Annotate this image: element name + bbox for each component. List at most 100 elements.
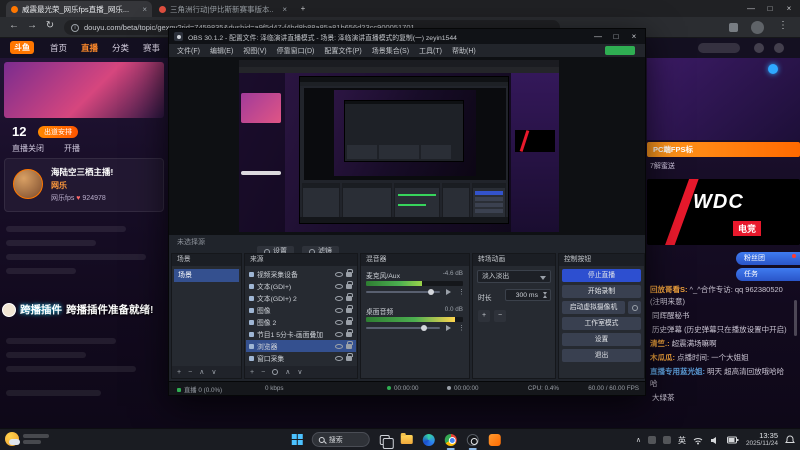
obs-menu-item[interactable]: 视图(V): [243, 46, 266, 56]
live-off-tab[interactable]: 直播关闭: [12, 143, 44, 154]
source-row[interactable]: 文本(GDI+) 2: [246, 292, 356, 304]
browser-tab-1[interactable]: 威震最光荣_网乐fps直播_网乐... ×: [6, 1, 152, 17]
chat-username[interactable]: 清竺.:: [650, 339, 670, 348]
nav-icon[interactable]: [754, 43, 764, 53]
controls-dock-title[interactable]: 控制按钮: [559, 254, 644, 266]
volume-icon[interactable]: [710, 436, 720, 445]
obs-menu-item[interactable]: 停靠窗口(D): [277, 46, 315, 56]
speaker-icon[interactable]: [446, 325, 454, 331]
scene-item[interactable]: 场景: [174, 269, 239, 282]
wifi-icon[interactable]: [693, 436, 703, 445]
source-row[interactable]: 图像: [246, 304, 356, 316]
lock-icon[interactable]: [346, 316, 353, 325]
obs-preview-canvas[interactable]: [239, 60, 559, 232]
browser-menu-icon[interactable]: ⋮: [778, 20, 788, 31]
lock-icon[interactable]: [346, 304, 353, 313]
source-row[interactable]: 窗口采集: [246, 352, 356, 364]
visibility-eye-icon[interactable]: [335, 319, 343, 325]
obs-menu-item[interactable]: 配置文件(P): [324, 46, 361, 56]
douyu-nav-link[interactable]: 直播: [81, 42, 98, 54]
stream-thumbnail[interactable]: [4, 62, 164, 118]
studio-mode-button[interactable]: 工作室模式: [562, 317, 641, 330]
lock-icon[interactable]: [346, 340, 353, 349]
volume-slider[interactable]: ⋮: [366, 288, 465, 296]
add-transition-icon[interactable]: +: [478, 310, 490, 322]
remove-source-icon[interactable]: −: [261, 369, 265, 376]
obs-title-bar[interactable]: OBS 30.1.2 - 配置文件: 泽临演讲直播模式 - 场景: 泽临演讲直播…: [169, 29, 645, 44]
douyu-nav-link[interactable]: 分类: [112, 42, 129, 54]
source-settings-gear-icon[interactable]: [272, 369, 279, 375]
add-scene-icon[interactable]: +: [177, 369, 181, 376]
transition-select[interactable]: 淡入淡出: [477, 270, 551, 283]
source-down-icon[interactable]: ∨: [297, 368, 302, 376]
obs-maximize-icon[interactable]: □: [607, 29, 625, 44]
chat-username[interactable]: 直播专用蓝光姐:: [650, 367, 705, 376]
obs-window[interactable]: OBS 30.1.2 - 配置文件: 泽临演讲直播模式 - 场景: 泽临演讲直播…: [168, 28, 646, 396]
refresh-icon[interactable]: ↻: [42, 20, 58, 31]
douyu-nav-link[interactable]: 首页: [50, 42, 67, 54]
remove-transition-icon[interactable]: −: [494, 310, 506, 322]
site-info-icon[interactable]: i: [71, 23, 79, 32]
live-on-tab[interactable]: 开播: [64, 143, 80, 154]
start-button[interactable]: [290, 433, 304, 447]
obs-close-icon[interactable]: ×: [625, 29, 643, 44]
virtual-camera-button[interactable]: 启动虚拟摄像机: [562, 301, 625, 314]
settings-button[interactable]: 设置: [562, 333, 641, 346]
speaker-icon[interactable]: [446, 289, 454, 295]
lock-icon[interactable]: [346, 352, 353, 361]
chat-username[interactable]: 木瓜瓜:: [650, 353, 675, 362]
scene-down-icon[interactable]: ∨: [211, 368, 216, 376]
chrome-button[interactable]: [444, 433, 458, 447]
chat-scrollbar[interactable]: [794, 300, 797, 336]
add-source-icon[interactable]: +: [250, 369, 254, 376]
weather-widget[interactable]: [5, 432, 49, 446]
taskbar-clock[interactable]: 13:35 2025/11/24: [746, 432, 778, 448]
mixer-dock-title[interactable]: 混音器: [361, 254, 469, 266]
exit-button[interactable]: 退出: [562, 349, 641, 362]
duration-spinner[interactable]: 300 ms: [505, 289, 551, 301]
forward-icon[interactable]: →: [24, 20, 40, 31]
visibility-eye-icon[interactable]: [335, 355, 343, 361]
volume-slider[interactable]: ⋮: [366, 324, 465, 332]
channel-options-icon[interactable]: ⋮: [458, 288, 465, 296]
scenes-dock-title[interactable]: 场景: [172, 254, 241, 266]
notification-bell-icon[interactable]: [785, 435, 795, 445]
nav-user-avatar[interactable]: [774, 43, 784, 53]
ime-language-indicator[interactable]: 英: [678, 435, 686, 446]
room-badge[interactable]: 出道安排: [38, 126, 78, 138]
taskbar-search[interactable]: 搜索: [311, 432, 370, 447]
douyu-logo[interactable]: 斗鱼: [10, 41, 34, 54]
slider-knob[interactable]: [428, 289, 434, 295]
edge-button[interactable]: [422, 433, 436, 447]
floating-widget[interactable]: [768, 64, 778, 74]
tray-app-icon[interactable]: [647, 436, 656, 444]
obs-menu-item[interactable]: 文件(F): [177, 46, 200, 56]
remove-scene-icon[interactable]: −: [188, 369, 192, 376]
visibility-eye-icon[interactable]: [335, 283, 343, 289]
visibility-eye-icon[interactable]: [335, 307, 343, 313]
stop-streaming-button[interactable]: 停止直播: [562, 269, 641, 282]
visibility-eye-icon[interactable]: [335, 331, 343, 337]
obs-menu-item[interactable]: 帮助(H): [452, 46, 476, 56]
source-row[interactable]: 节目1 5分卡-画面叠加: [246, 328, 356, 340]
douyu-app-button[interactable]: [488, 433, 502, 447]
tray-overflow-icon[interactable]: ∧: [636, 436, 641, 444]
douyu-nav-link[interactable]: 赛事: [143, 42, 160, 54]
back-icon[interactable]: ←: [6, 20, 22, 31]
transitions-dock-title[interactable]: 转场动画: [473, 254, 555, 266]
obs-minimize-icon[interactable]: —: [589, 29, 607, 44]
fan-club-pill[interactable]: 粉丝团: [736, 252, 800, 265]
obs-menu-item[interactable]: 工具(T): [419, 46, 442, 56]
slider-track[interactable]: [366, 325, 440, 331]
lock-icon[interactable]: [346, 328, 353, 337]
visibility-eye-icon[interactable]: [335, 295, 343, 301]
nav-search-placeholder[interactable]: [698, 43, 740, 53]
source-up-icon[interactable]: ∧: [285, 368, 290, 376]
window-minimize-icon[interactable]: —: [742, 0, 760, 17]
tab-close-icon[interactable]: ×: [278, 5, 287, 14]
lock-icon[interactable]: [346, 292, 353, 301]
scene-up-icon[interactable]: ∧: [199, 368, 204, 376]
browser-profile-avatar[interactable]: [751, 21, 764, 34]
extensions-icon[interactable]: [729, 23, 738, 32]
tray-app-icon[interactable]: [662, 436, 671, 444]
